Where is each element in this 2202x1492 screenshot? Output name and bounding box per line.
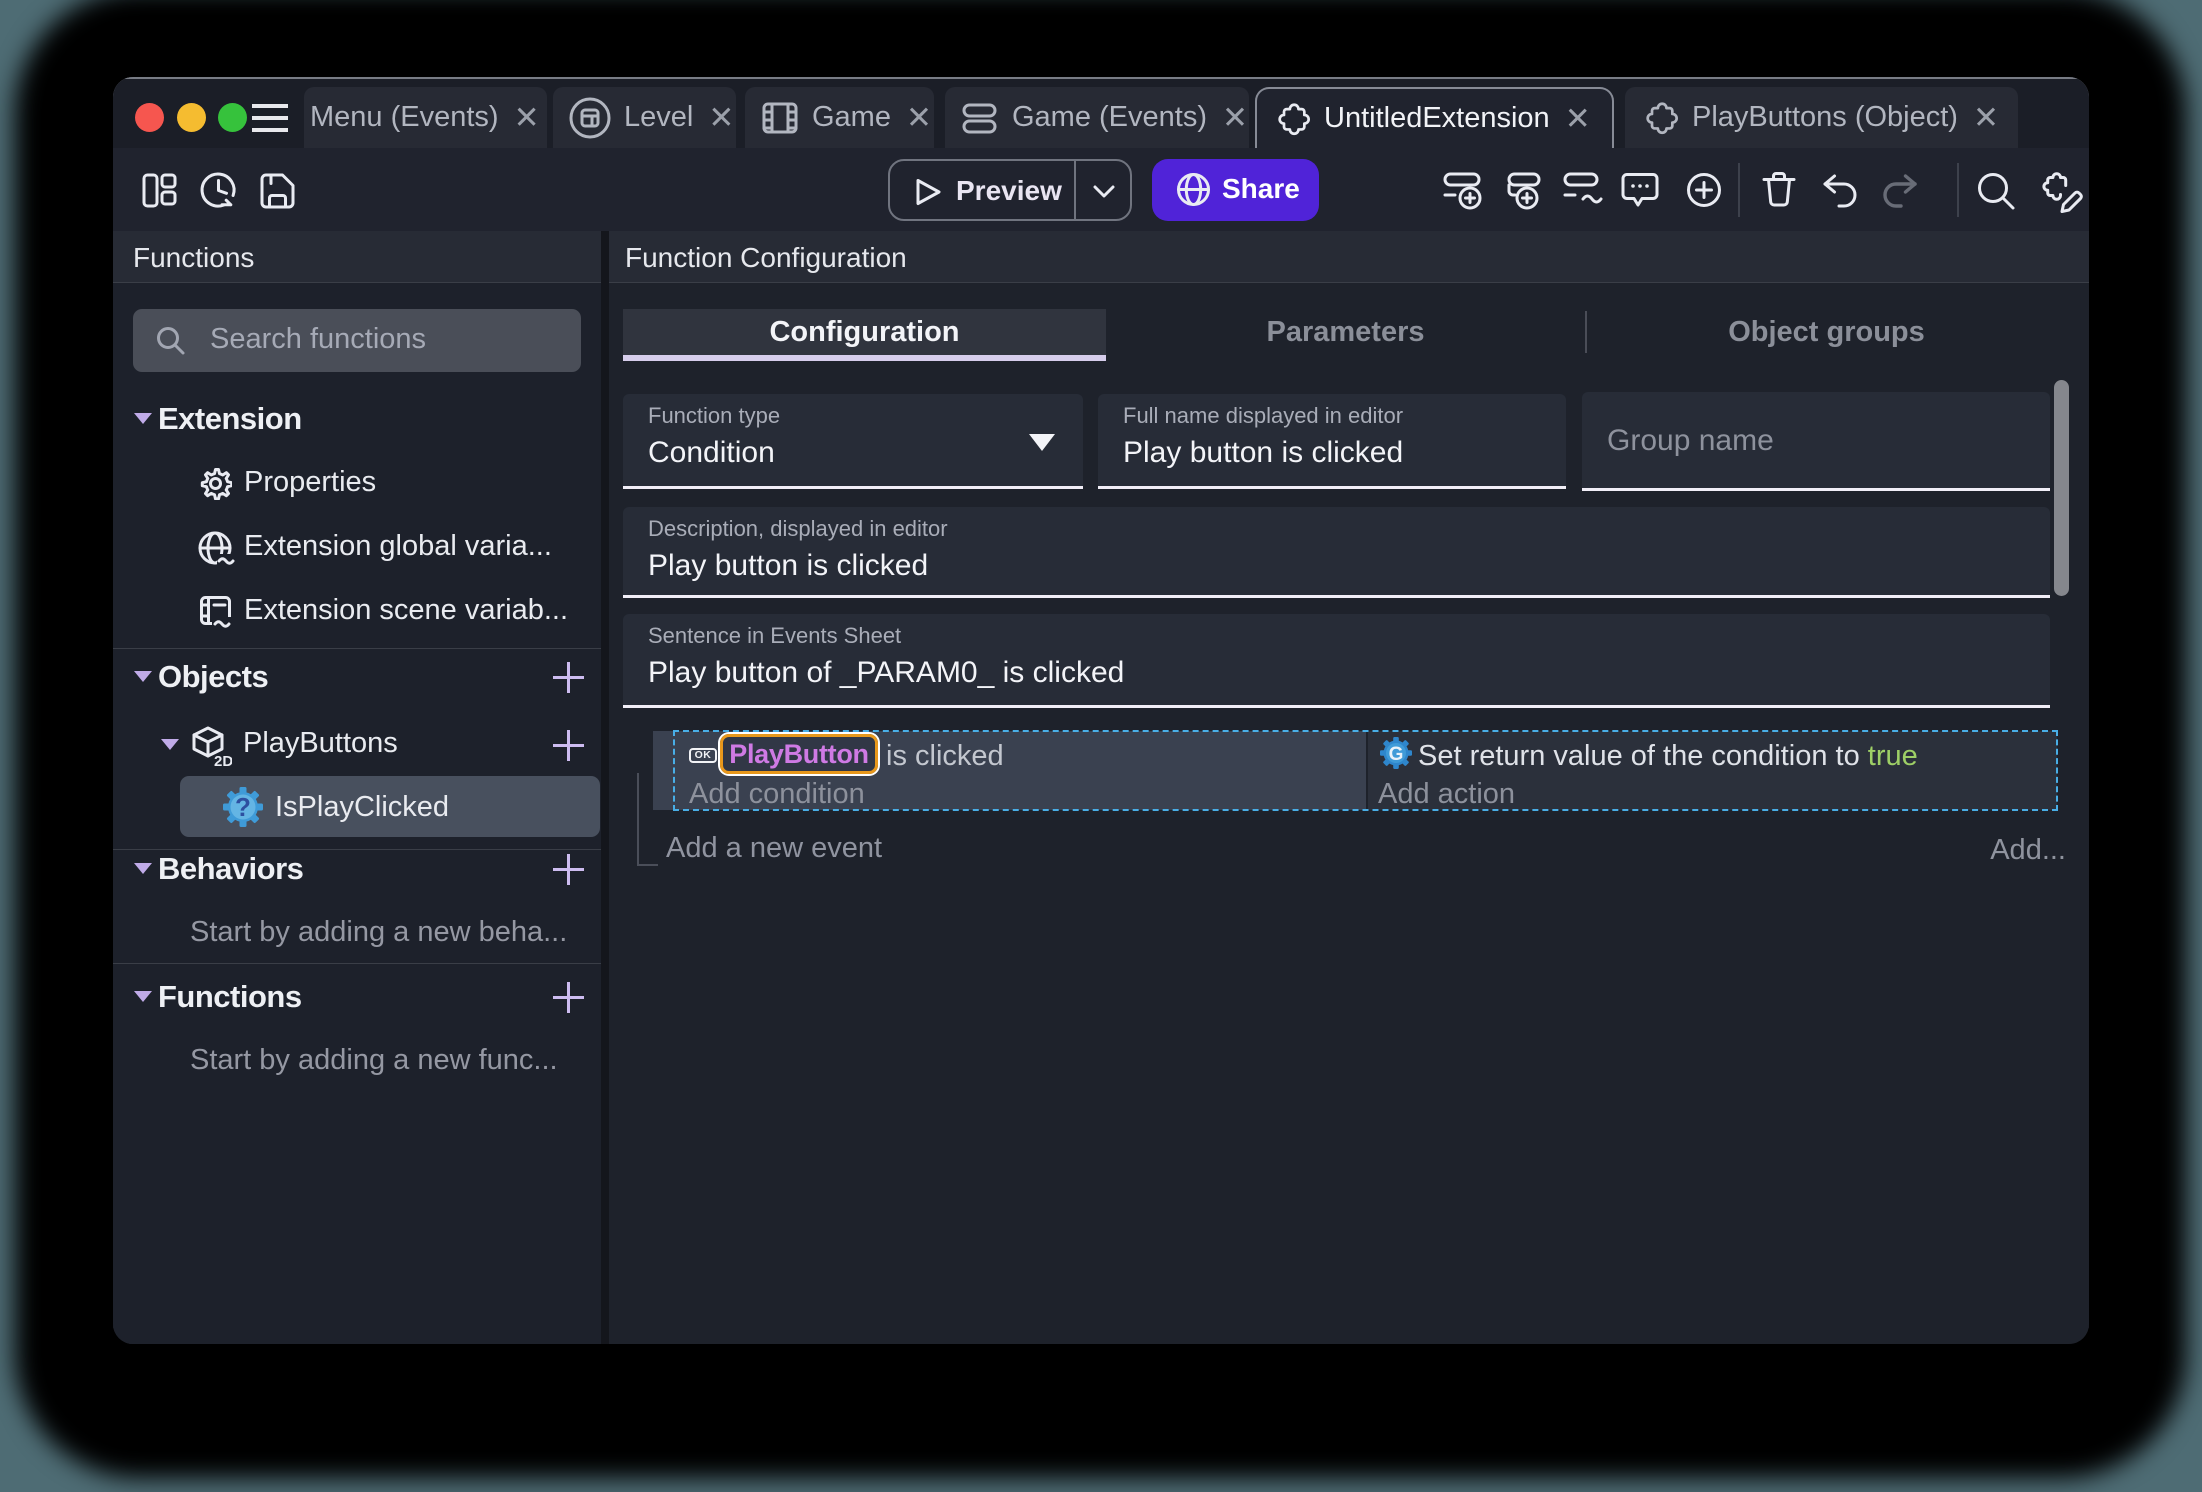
svg-text:2D: 2D bbox=[214, 753, 232, 767]
svg-text:?: ? bbox=[235, 792, 251, 822]
svg-text:G: G bbox=[1389, 744, 1404, 765]
